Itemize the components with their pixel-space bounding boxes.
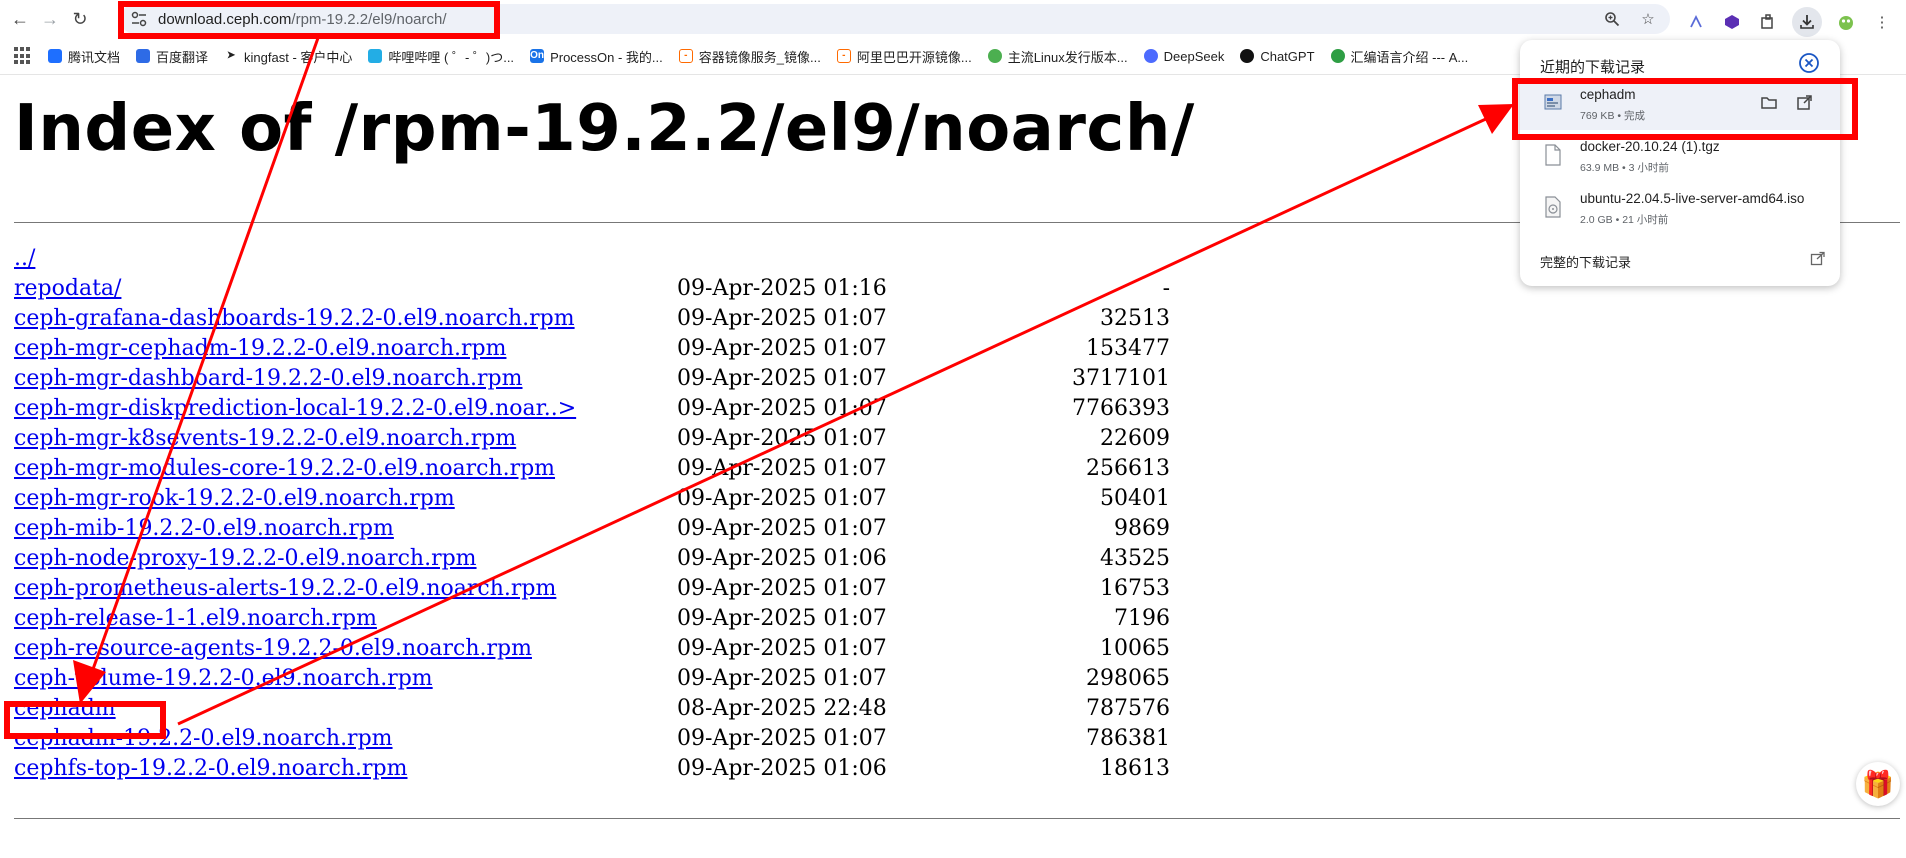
arrow-url-to-link: [73, 37, 320, 704]
gift-icon[interactable]: 🎁: [1856, 762, 1900, 806]
arrow-link-to-download: [177, 104, 1514, 726]
annotation-arrows: [73, 37, 1514, 726]
